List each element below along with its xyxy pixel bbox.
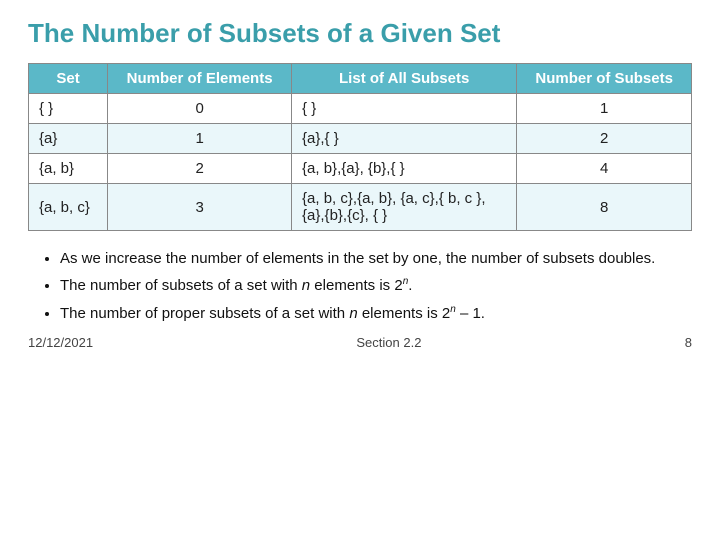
cell-list-0: { } [292, 94, 517, 124]
cell-set-1: {a} [29, 124, 108, 154]
cell-set-3: {a, b, c} [29, 184, 108, 231]
cell-count-0: 1 [517, 94, 692, 124]
cell-set-0: { } [29, 94, 108, 124]
table-row: { } 0 { } 1 [29, 94, 692, 124]
cell-elements-3: 3 [108, 184, 292, 231]
footer-date: 12/12/2021 [28, 335, 93, 350]
table-row: {a, b, c} 3 {a, b, c},{a, b}, {a, c},{ b… [29, 184, 692, 231]
footer: 12/12/2021 Section 2.2 8 [28, 335, 692, 350]
col-header-list: List of All Subsets [292, 64, 517, 94]
cell-elements-2: 2 [108, 154, 292, 184]
bullet-item-2: The number of proper subsets of a set wi… [60, 302, 692, 325]
cell-list-2: {a, b},{a}, {b},{ } [292, 154, 517, 184]
page-title: The Number of Subsets of a Given Set [28, 18, 692, 49]
cell-count-1: 2 [517, 124, 692, 154]
footer-section: Section 2.2 [356, 335, 421, 350]
table-row: {a} 1 {a},{ } 2 [29, 124, 692, 154]
cell-set-2: {a, b} [29, 154, 108, 184]
cell-elements-1: 1 [108, 124, 292, 154]
subsets-table: Set Number of Elements List of All Subse… [28, 63, 692, 231]
col-header-subsets: Number of Subsets [517, 64, 692, 94]
col-header-elements: Number of Elements [108, 64, 292, 94]
cell-count-3: 8 [517, 184, 692, 231]
bullet-list: As we increase the number of elements in… [38, 247, 692, 325]
cell-list-3: {a, b, c},{a, b}, {a, c},{ b, c },{a},{b… [292, 184, 517, 231]
col-header-set: Set [29, 64, 108, 94]
cell-elements-0: 0 [108, 94, 292, 124]
cell-list-1: {a},{ } [292, 124, 517, 154]
footer-page: 8 [685, 335, 692, 350]
table-row: {a, b} 2 {a, b},{a}, {b},{ } 4 [29, 154, 692, 184]
cell-count-2: 4 [517, 154, 692, 184]
bullet-item-1: The number of subsets of a set with n el… [60, 274, 692, 297]
bullet-item-0: As we increase the number of elements in… [60, 247, 692, 270]
